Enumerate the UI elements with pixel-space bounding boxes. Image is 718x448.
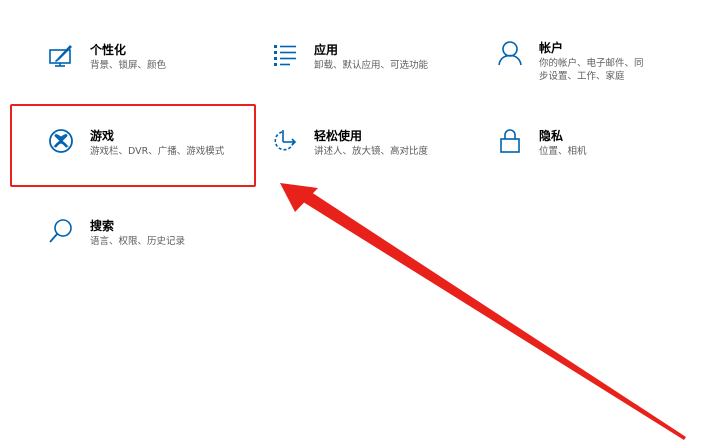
- xbox-icon: [48, 128, 74, 154]
- tile-apps[interactable]: 应用 卸载、默认应用、可选功能: [272, 42, 472, 72]
- lock-icon: [497, 128, 523, 154]
- tile-accounts[interactable]: 帐户 你的帐户、电子邮件、同步设置、工作、家庭: [497, 40, 707, 83]
- person-icon: [497, 40, 523, 66]
- tile-description: 讲述人、放大镜、高对比度: [314, 146, 429, 157]
- tile-title: 应用: [314, 43, 339, 57]
- search-icon: [48, 218, 74, 244]
- tile-description: 卸载、默认应用、可选功能: [314, 60, 429, 71]
- tile-title: 轻松使用: [314, 129, 363, 143]
- tile-description: 语言、权限、历史记录: [90, 236, 186, 247]
- tile-title: 搜索: [90, 219, 115, 233]
- tile-privacy[interactable]: 隐私 位置、相机: [497, 128, 697, 158]
- tile-personalization[interactable]: 个性化 背景、锁屏、颜色: [48, 42, 248, 72]
- tile-title: 帐户: [539, 41, 564, 55]
- personalization-icon: [48, 42, 74, 68]
- tile-description: 背景、锁屏、颜色: [90, 60, 167, 71]
- tile-title: 隐私: [539, 129, 564, 143]
- tile-title: 个性化: [90, 43, 127, 57]
- tile-search[interactable]: 搜索 语言、权限、历史记录: [48, 218, 248, 248]
- tile-description: 你的帐户、电子邮件、同步设置、工作、家庭: [539, 58, 644, 82]
- tile-description: 游戏栏、DVR、广播、游戏模式: [90, 146, 225, 157]
- apps-list-icon: [272, 42, 298, 68]
- tile-title: 游戏: [90, 129, 115, 143]
- tile-gaming[interactable]: 游戏 游戏栏、DVR、广播、游戏模式: [48, 128, 248, 158]
- tile-description: 位置、相机: [539, 146, 587, 157]
- tile-ease-of-access[interactable]: 轻松使用 讲述人、放大镜、高对比度: [272, 128, 472, 158]
- ease-of-access-icon: [272, 128, 298, 154]
